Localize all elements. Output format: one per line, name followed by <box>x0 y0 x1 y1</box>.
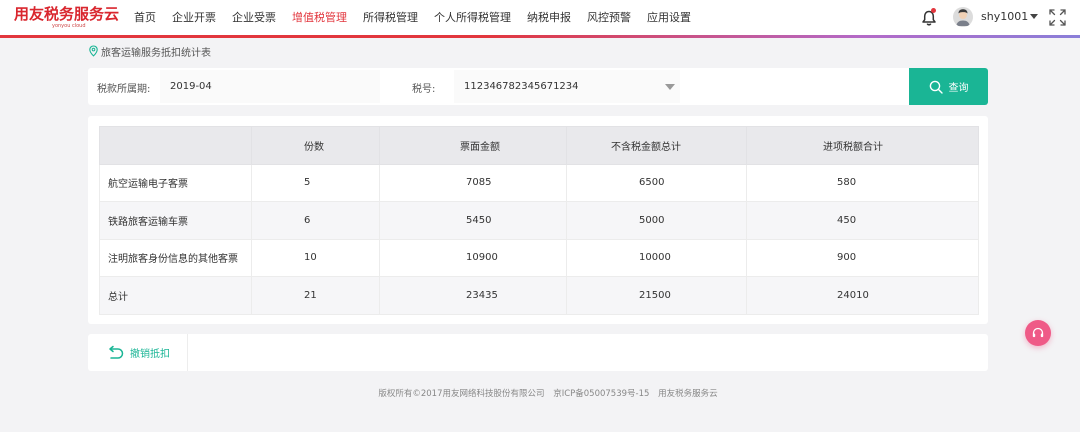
nav-item-personal-income-tax[interactable]: 个人所得税管理 <box>426 0 519 36</box>
avatar[interactable] <box>953 7 973 27</box>
table-cell: 450 <box>746 201 979 240</box>
table-cell: 5 <box>251 163 380 202</box>
table-cell: 10900 <box>379 238 567 277</box>
table-cell: 总计 <box>99 276 252 315</box>
nav-item-tax-declaration[interactable]: 纳税申报 <box>519 0 579 36</box>
fullscreen-icon[interactable] <box>1049 9 1066 26</box>
main-nav: 首页 企业开票 企业受票 增值税管理 所得税管理 个人所得税管理 纳税申报 风控… <box>126 0 699 36</box>
tax-number-select[interactable]: 112346782345671234 <box>454 70 680 103</box>
cancel-deduction-button[interactable]: 撤销抵扣 <box>88 334 188 371</box>
period-value: 2019-04 <box>170 81 212 92</box>
table-cell: 铁路旅客运输车票 <box>99 201 252 240</box>
brand-sub: yonyou cloud <box>52 23 86 29</box>
brand-name: 用友税务服务云 <box>14 5 120 23</box>
table-cell: 7085 <box>379 163 567 202</box>
undo-icon <box>109 345 124 359</box>
table-cell: 24010 <box>746 276 979 315</box>
table-cell: 21500 <box>566 276 747 315</box>
headset-icon <box>1032 327 1044 338</box>
table-cell: 5450 <box>379 201 567 240</box>
column-header-count: 份数 <box>251 126 380 165</box>
notification-dot <box>931 8 936 13</box>
brand-logo[interactable]: 用友税务服务云 yonyou cloud <box>14 5 120 31</box>
column-header-face-amount: 票面金额 <box>379 126 567 165</box>
nav-accent-line <box>0 35 1080 38</box>
statistics-table-card: 份数 票面金额 不含税金额总计 进项税额合计 航空运输电子客票 5 7085 6… <box>88 116 988 324</box>
table-row: 注明旅客身份信息的其他客票 10 10900 10000 900 <box>99 238 979 277</box>
period-label: 税款所属期: <box>97 84 151 95</box>
tax-number-label: 税号: <box>412 84 436 95</box>
footer-icp[interactable]: 京ICP备05007539号-15 <box>553 389 649 399</box>
table-cell: 10 <box>251 238 380 277</box>
table-cell: 10000 <box>566 238 747 277</box>
table-cell: 6 <box>251 201 380 240</box>
query-button-label: 查询 <box>948 83 969 94</box>
chevron-down-icon[interactable] <box>1030 14 1038 19</box>
table-cell: 注明旅客身份信息的其他客票 <box>99 238 252 277</box>
customer-service-button[interactable] <box>1025 320 1051 346</box>
breadcrumb: 旅客运输服务抵扣统计表 <box>88 44 211 59</box>
table-cell: 6500 <box>566 163 747 202</box>
table-row: 铁路旅客运输车票 6 5450 5000 450 <box>99 201 979 240</box>
nav-item-income-tax[interactable]: 所得税管理 <box>355 0 426 36</box>
top-navigation-bar: 用友税务服务云 yonyou cloud 首页 企业开票 企业受票 增值税管理 … <box>0 0 1080 36</box>
page-title: 旅客运输服务抵扣统计表 <box>101 47 211 59</box>
filter-bar: 税款所属期: 2019-04 税号: 112346782345671234 查询 <box>88 68 988 105</box>
nav-item-risk-warning[interactable]: 风控预警 <box>579 0 639 36</box>
user-avatar-icon <box>953 7 973 27</box>
table-cell: 900 <box>746 238 979 277</box>
nav-item-enterprise-invoicing[interactable]: 企业开票 <box>164 0 224 36</box>
nav-item-vat-management[interactable]: 增值税管理 <box>284 0 355 36</box>
nav-item-app-settings[interactable]: 应用设置 <box>639 0 699 36</box>
table-total-row: 总计 21 23435 21500 24010 <box>99 276 979 315</box>
nav-item-home[interactable]: 首页 <box>126 0 164 36</box>
table-header-row: 份数 票面金额 不含税金额总计 进项税额合计 <box>99 126 979 165</box>
footer-copyright: 版权所有©2017用友网络科技股份有限公司 <box>378 389 545 399</box>
column-header-input-tax: 进项税额合计 <box>746 126 979 165</box>
column-header-amount-excl-tax: 不含税金额总计 <box>566 126 747 165</box>
table-cell: 23435 <box>379 276 567 315</box>
footer-brand: 用友税务服务云 <box>658 389 718 399</box>
period-field[interactable]: 2019-04 <box>160 70 380 103</box>
nav-item-enterprise-receiving[interactable]: 企业受票 <box>224 0 284 36</box>
action-bar: 撤销抵扣 <box>88 334 988 371</box>
table-cell: 航空运输电子客票 <box>99 163 252 202</box>
chevron-down-icon[interactable] <box>665 84 675 90</box>
query-button[interactable]: 查询 <box>909 68 988 105</box>
table-cell: 21 <box>251 276 380 315</box>
column-header-category <box>99 126 252 165</box>
statistics-table: 份数 票面金额 不含税金额总计 进项税额合计 航空运输电子客票 5 7085 6… <box>99 126 979 315</box>
cancel-deduction-label: 撤销抵扣 <box>130 349 170 360</box>
table-cell: 5000 <box>566 201 747 240</box>
search-icon <box>929 80 943 94</box>
table-row: 航空运输电子客票 5 7085 6500 580 <box>99 163 979 202</box>
table-cell: 580 <box>746 163 979 202</box>
location-pin-icon <box>89 45 98 57</box>
username[interactable]: shy1001 <box>981 10 1028 23</box>
tax-number-value: 112346782345671234 <box>464 81 579 92</box>
footer: 版权所有©2017用友网络科技股份有限公司 京ICP备05007539号-15 … <box>0 387 1080 399</box>
